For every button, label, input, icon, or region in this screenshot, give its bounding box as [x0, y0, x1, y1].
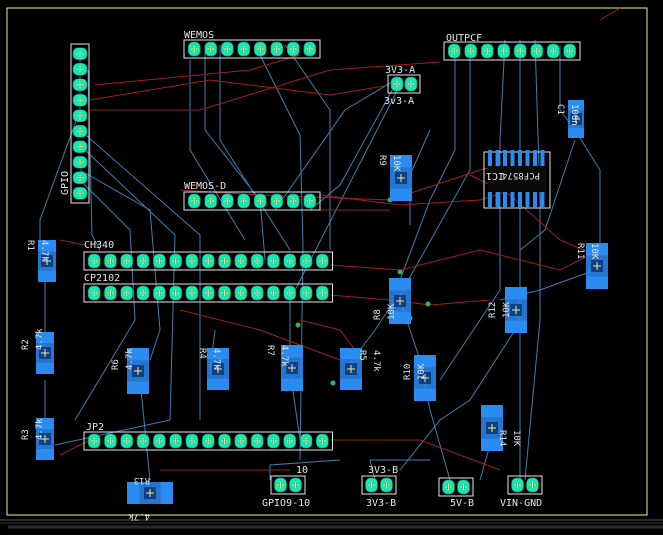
ic-pin [503, 192, 507, 208]
label-gpio: GPIO [60, 171, 71, 195]
label-cp2102: CP2102 [84, 273, 120, 284]
ic-pin [495, 192, 500, 208]
component-value-label: 4.7k [125, 348, 135, 370]
ic-pin [503, 150, 507, 166]
component-value-label: 10K [417, 363, 427, 380]
label-3v3-a: 3V3-A [385, 65, 415, 76]
component-ref-label: R7 [265, 345, 275, 356]
label-wemos-d: WEMOS-D [184, 181, 226, 192]
component-value-label: 10K [502, 301, 512, 318]
label-3v3-b-top: 3V3-B [368, 465, 398, 476]
component-value-label: 4.7k [279, 345, 289, 367]
component-value-label: 4.7k [35, 418, 45, 440]
component-ref-label: R8 [373, 309, 383, 320]
component-ref-label: R9 [377, 155, 387, 166]
component-value-label: 10K [511, 430, 521, 447]
component-value-label: 4.7k [35, 328, 45, 350]
component-ref-label: C1 [555, 104, 565, 115]
component-ref-label: R12 [488, 302, 498, 318]
ic-pin [488, 150, 492, 166]
component-ref-label: R4 [197, 348, 207, 359]
ic-part-label: PCF8574 [502, 170, 540, 180]
label-3v3-b: 3V3-B [366, 498, 396, 509]
component-value-label: 10K [589, 243, 599, 260]
label-3v3-a-bottom: 3v3-A [384, 96, 414, 107]
ic-pin [510, 150, 515, 166]
label-jp2: JP2 [86, 422, 104, 433]
ic-pin [518, 150, 522, 166]
ic-pin [518, 192, 522, 208]
ic-pin [540, 192, 545, 208]
component-ref-label: R10 [403, 364, 413, 380]
component-value-label: 10K [391, 155, 401, 172]
label-10: 10 [296, 465, 308, 476]
label-outpcf: OUTPCF [446, 33, 482, 44]
component-ref-label: R3 [21, 429, 31, 440]
label-vin-gnd: VIN-GND [500, 498, 542, 509]
component-ref-label: R13 [134, 475, 150, 485]
ic-pin [540, 150, 545, 166]
ic-pin [525, 150, 530, 166]
label-gpio9-10: GPIO9-10 [262, 498, 310, 509]
ic-pin [533, 150, 537, 166]
component-ref-label: R5 [357, 350, 367, 361]
component-ref-label: R11 [575, 243, 585, 259]
component-ref-label: R14 [497, 430, 507, 446]
component-ref-label: R6 [111, 359, 121, 370]
component-ref-label: R2 [21, 339, 31, 350]
component-value-label: 4.7k [371, 350, 381, 372]
ic-pin [510, 192, 515, 208]
component-value-label: 4.7k [211, 348, 221, 370]
component-ref-label: R1 [25, 240, 35, 251]
label-ch340: CH340 [84, 240, 114, 251]
ic-pin [533, 192, 537, 208]
ic-pin [488, 192, 492, 208]
pcb-board-canvas[interactable]: IC1 PCF8574 R1 4.7k R2 4.7k R3 4.7k R4 4.7k R5 4.… [0, 0, 663, 535]
label-5v-b: 5V-B [450, 498, 474, 509]
component-value-label: 100n [569, 104, 579, 126]
ic-ref-label: IC1 [486, 170, 504, 181]
component-value-label: 4.7k [39, 240, 49, 262]
component-value-label: 10K [387, 303, 397, 320]
ic-pin [495, 150, 500, 166]
component-value-label: 4.7k [128, 511, 150, 521]
label-wemos: WEMOS [184, 30, 214, 41]
ic-pin [525, 192, 530, 208]
